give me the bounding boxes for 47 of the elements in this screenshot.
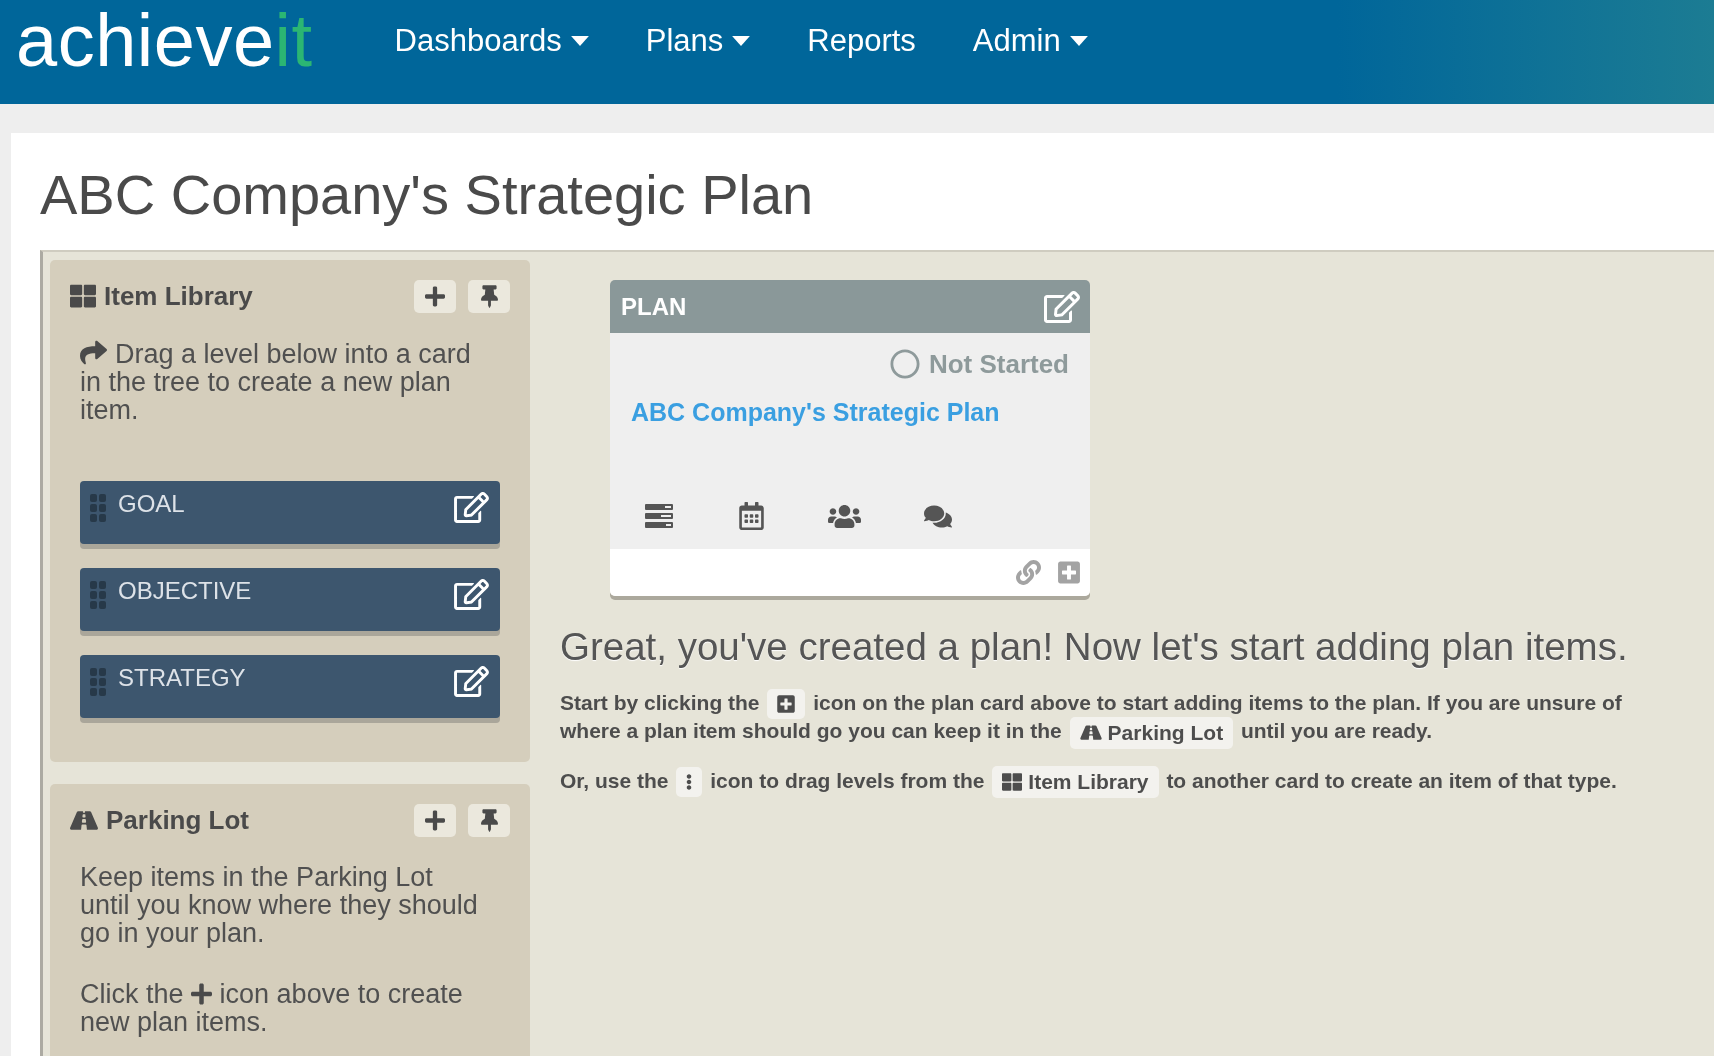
drag-handle-icon[interactable] <box>90 668 106 696</box>
logo[interactable]: achieveit <box>16 4 313 78</box>
page-title: ABC Company's Strategic Plan <box>40 162 814 227</box>
share-arrow-icon <box>80 339 107 366</box>
panel-description: Keep items in the Parking Lot until you know where they should go in your plan. <box>80 863 479 947</box>
level-label: OBJECTIVE <box>118 577 252 605</box>
pin-button[interactable] <box>468 803 510 837</box>
grid-icon <box>1002 772 1023 793</box>
drag-handle-icon[interactable] <box>90 494 106 522</box>
list-icon[interactable] <box>644 504 673 528</box>
intro-heading: Great, you've created a plan! Now let's start adding plan items. <box>560 624 1628 670</box>
add-button[interactable] <box>414 279 456 313</box>
plus-icon <box>425 808 445 832</box>
edit-icon[interactable] <box>454 492 489 523</box>
instruction-text: Or, use the icon to drag levels from the Item Library to another card to create an item of that type. <box>560 766 1660 797</box>
drag-handle-icon[interactable] <box>90 581 106 609</box>
users-icon[interactable] <box>828 502 861 530</box>
pin-icon <box>480 284 498 308</box>
nav-item[interactable]: Dashboards <box>394 23 589 59</box>
grid-icon <box>70 283 96 309</box>
panel-description: Click the icon above to create new plan items. <box>80 980 464 1036</box>
nav-item[interactable]: Plans <box>645 23 751 59</box>
panel-title: Item Library <box>104 280 253 312</box>
card-type-label: PLAN <box>621 292 687 321</box>
calendar-icon[interactable] <box>739 502 764 530</box>
pin-icon <box>480 808 498 832</box>
pin-button[interactable] <box>468 279 510 313</box>
panel-description: Drag a level below into a card in the tree to create a new plan item. <box>80 339 472 424</box>
reference-label: Parking Lot <box>1107 719 1224 746</box>
status-ring-icon <box>889 349 920 379</box>
edit-icon[interactable] <box>454 579 489 610</box>
nav-item[interactable]: Reports <box>807 23 916 59</box>
reference-label: Item Library <box>1028 769 1149 796</box>
level-label: STRATEGY <box>118 664 246 692</box>
plus-icon <box>191 982 213 1006</box>
plus-icon <box>425 284 445 308</box>
vertical-dots-icon <box>676 767 703 798</box>
level-label: GOAL <box>118 490 185 518</box>
edit-icon[interactable] <box>454 666 489 697</box>
plus-square-icon <box>767 689 806 720</box>
panel-title: Parking Lot <box>106 804 249 836</box>
add-button[interactable] <box>414 803 456 837</box>
road-icon <box>1079 723 1102 743</box>
comments-icon[interactable] <box>923 503 952 529</box>
status-text: Not Started <box>928 348 1069 380</box>
nav-item[interactable]: Admin <box>972 23 1088 59</box>
instruction-text: Start by clicking the icon on the plan card above to start adding items to the plan. If you are unsure of where a plan item should go you can keep it in the Parking Lot until you are ready. <box>560 689 1660 747</box>
